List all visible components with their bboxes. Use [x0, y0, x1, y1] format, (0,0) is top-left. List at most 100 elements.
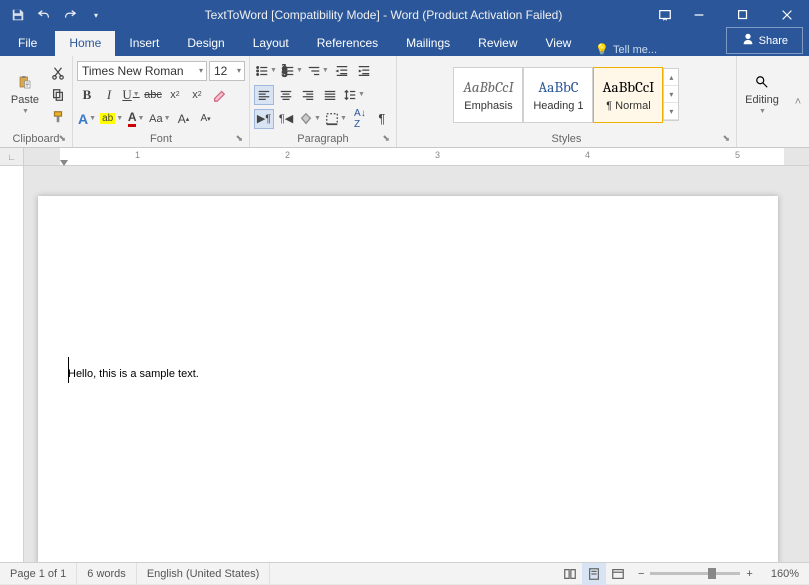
- dialog-launcher-icon[interactable]: ⬊: [235, 133, 243, 144]
- font-name-combo[interactable]: Times New Roman: [77, 61, 207, 81]
- style-emphasis[interactable]: AaBbCcIEmphasis: [453, 67, 523, 123]
- share-button[interactable]: Share: [726, 27, 803, 54]
- tab-design[interactable]: Design: [173, 31, 238, 56]
- zoom-out-icon[interactable]: −: [638, 568, 644, 580]
- copy-button[interactable]: [48, 85, 68, 105]
- bullets-button[interactable]: ▼: [254, 61, 278, 81]
- grow-font-button[interactable]: A▴: [174, 109, 194, 129]
- increase-indent-button[interactable]: [354, 61, 374, 81]
- chevron-down-icon: ▼: [759, 108, 766, 115]
- svg-text:3: 3: [282, 68, 287, 78]
- zoom-slider[interactable]: − +: [630, 568, 761, 580]
- share-icon: [741, 32, 755, 49]
- line-spacing-button[interactable]: ▼: [342, 85, 366, 105]
- language[interactable]: English (United States): [137, 563, 271, 584]
- shading-button[interactable]: ▼: [298, 109, 322, 129]
- italic-button[interactable]: I: [99, 85, 119, 105]
- change-case-button[interactable]: Aa▼: [148, 109, 171, 129]
- zoom-thumb[interactable]: [708, 568, 716, 579]
- chevron-down-icon: ▼: [22, 108, 29, 115]
- bold-button[interactable]: B: [77, 85, 97, 105]
- window-title: TextToWord [Compatibility Mode] - Word (…: [114, 8, 653, 22]
- tab-home[interactable]: Home: [55, 31, 115, 56]
- styles-scroll[interactable]: ▴▾▾: [663, 68, 679, 121]
- tab-insert[interactable]: Insert: [115, 31, 173, 56]
- print-layout-button[interactable]: [582, 563, 606, 585]
- tab-layout[interactable]: Layout: [239, 31, 303, 56]
- strike-button[interactable]: abc: [143, 85, 163, 105]
- group-font: Times New Roman 12 B I U▼ abc x2 x2 A▼ a…: [73, 56, 250, 147]
- font-color-button[interactable]: A▼: [126, 109, 146, 129]
- group-styles: AaBbCcIEmphasisAaBbCHeading 1AaBbCcI¶ No…: [397, 56, 737, 147]
- horizontal-ruler[interactable]: ∟ 12345: [0, 148, 809, 166]
- work-area: ∟ 12345 Hello, this is a sample text.: [0, 148, 809, 562]
- lightbulb-icon: 💡: [595, 43, 609, 56]
- paragraph-label: Paragraph: [297, 133, 348, 145]
- collapse-ribbon-icon[interactable]: ˄: [787, 56, 809, 147]
- tab-review[interactable]: Review: [464, 31, 531, 56]
- cut-button[interactable]: [48, 63, 68, 83]
- sort-button[interactable]: A↓Z: [350, 109, 370, 129]
- tab-references[interactable]: References: [303, 31, 392, 56]
- paste-button[interactable]: Paste ▼: [4, 58, 46, 131]
- document-text[interactable]: Hello, this is a sample text.: [68, 356, 748, 384]
- style-heading-1[interactable]: AaBbCHeading 1: [523, 67, 593, 123]
- multilevel-button[interactable]: ▼: [306, 61, 330, 81]
- qat-more-icon[interactable]: ▾: [84, 3, 108, 27]
- editing-button[interactable]: Editing ▼: [741, 58, 783, 131]
- save-icon[interactable]: [6, 3, 30, 27]
- dialog-launcher-icon[interactable]: ⬊: [382, 133, 390, 144]
- read-mode-button[interactable]: [558, 563, 582, 585]
- tell-me-label: Tell me...: [613, 44, 657, 56]
- dialog-launcher-icon[interactable]: ⬊: [722, 133, 730, 144]
- minimize-icon[interactable]: [677, 0, 721, 30]
- redo-icon[interactable]: [58, 3, 82, 27]
- styles-label: Styles: [551, 133, 581, 145]
- page[interactable]: Hello, this is a sample text.: [38, 196, 778, 562]
- ribbon-options-icon[interactable]: [653, 0, 677, 30]
- maximize-icon[interactable]: [721, 0, 765, 30]
- tab-file[interactable]: File: [0, 31, 55, 56]
- align-right-button[interactable]: [298, 85, 318, 105]
- tab-view[interactable]: View: [532, 31, 586, 56]
- align-left-button[interactable]: [254, 85, 274, 105]
- highlight-button[interactable]: ab▼: [99, 109, 124, 129]
- zoom-level[interactable]: 160%: [761, 563, 809, 584]
- vertical-ruler[interactable]: [0, 166, 24, 562]
- group-clipboard: Paste ▼ Clipboard⬊: [0, 56, 73, 147]
- superscript-button[interactable]: x2: [187, 85, 207, 105]
- ribbon-tabs: File Home Insert Design Layout Reference…: [0, 30, 809, 56]
- close-icon[interactable]: [765, 0, 809, 30]
- clear-format-button[interactable]: [209, 85, 229, 105]
- decrease-indent-button[interactable]: [332, 61, 352, 81]
- dialog-launcher-icon[interactable]: ⬊: [58, 133, 66, 144]
- align-center-button[interactable]: [276, 85, 296, 105]
- justify-button[interactable]: [320, 85, 340, 105]
- font-size-combo[interactable]: 12: [209, 61, 245, 81]
- show-marks-button[interactable]: ¶: [372, 109, 392, 129]
- undo-icon[interactable]: [32, 3, 56, 27]
- ltr-button[interactable]: ▶¶: [254, 109, 274, 129]
- paste-label: Paste: [11, 94, 39, 106]
- document-area[interactable]: Hello, this is a sample text.: [24, 166, 809, 562]
- borders-button[interactable]: ▼: [324, 109, 348, 129]
- clipboard-label: Clipboard: [12, 133, 59, 145]
- text-effects-button[interactable]: A▼: [77, 109, 97, 129]
- zoom-in-icon[interactable]: +: [746, 568, 752, 580]
- underline-button[interactable]: U▼: [121, 85, 141, 105]
- rtl-button[interactable]: ¶◀: [276, 109, 296, 129]
- numbering-button[interactable]: 123▼: [280, 61, 304, 81]
- web-layout-button[interactable]: [606, 563, 630, 585]
- page-number[interactable]: Page 1 of 1: [0, 563, 77, 584]
- tell-me[interactable]: 💡 Tell me...: [585, 43, 667, 56]
- subscript-button[interactable]: x2: [165, 85, 185, 105]
- format-painter-button[interactable]: [48, 107, 68, 127]
- style--normal[interactable]: AaBbCcI¶ Normal: [593, 67, 663, 123]
- status-bar: Page 1 of 1 6 words English (United Stat…: [0, 562, 809, 584]
- share-label: Share: [759, 35, 788, 47]
- tab-selector[interactable]: ∟: [0, 148, 24, 165]
- indent-marker-icon[interactable]: [60, 160, 68, 166]
- word-count[interactable]: 6 words: [77, 563, 137, 584]
- shrink-font-button[interactable]: A▾: [196, 109, 216, 129]
- tab-mailings[interactable]: Mailings: [392, 31, 464, 56]
